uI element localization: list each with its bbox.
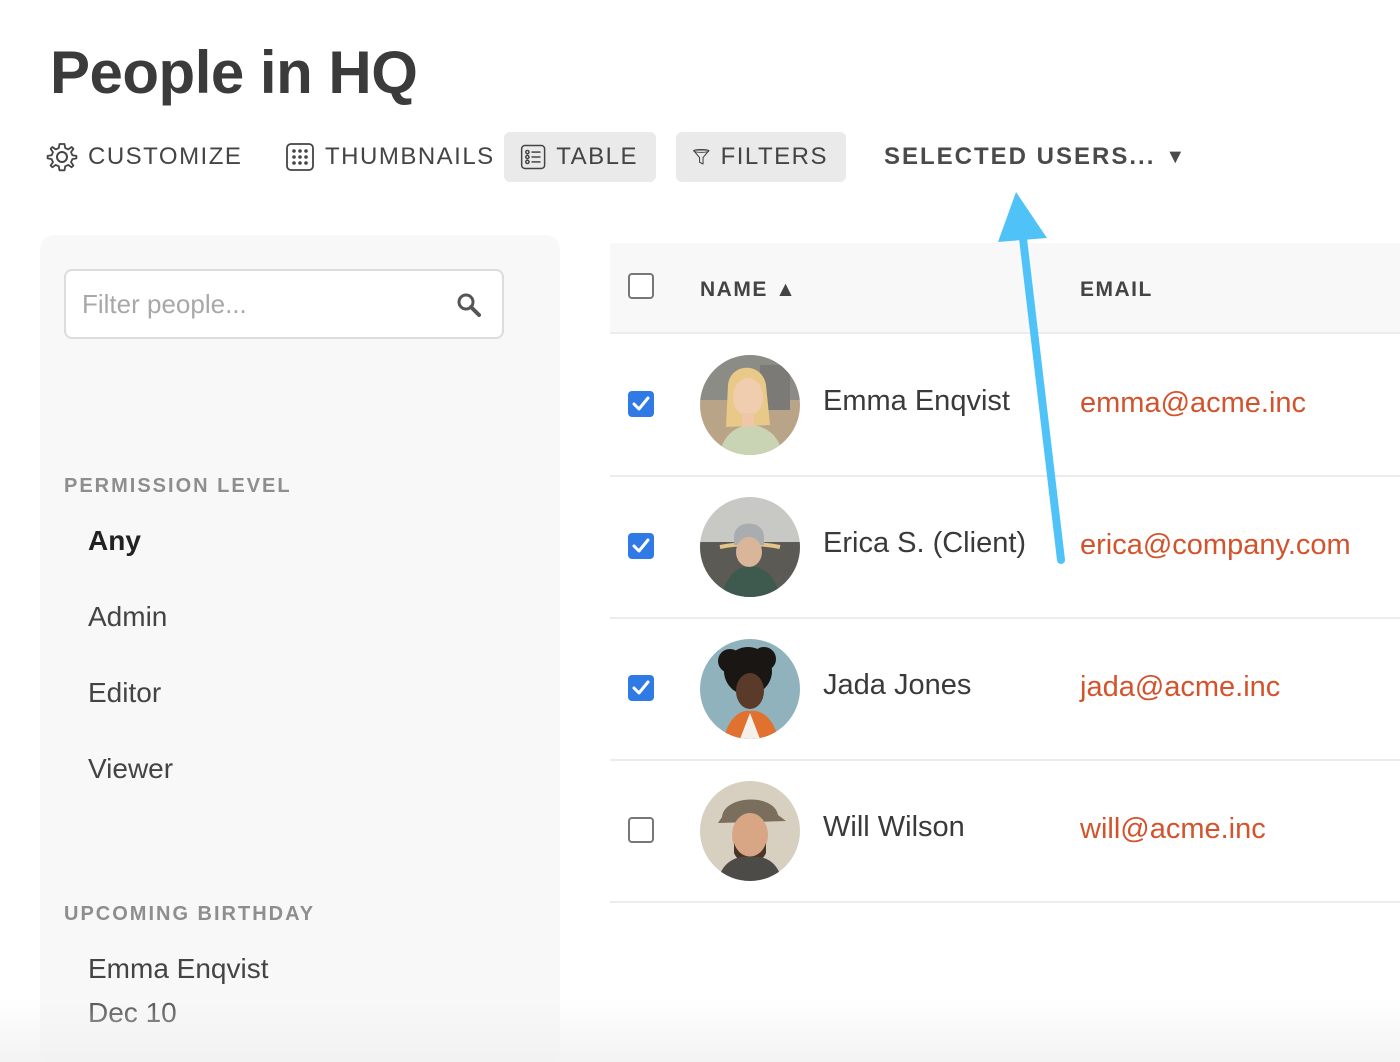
birthday-date: Dec 10 <box>88 997 177 1028</box>
person-name[interactable]: Will Wilson <box>823 811 965 844</box>
avatar <box>700 639 800 739</box>
table-row[interactable]: Will Wilson will@acme.inc <box>610 761 1400 903</box>
thumbnails-label: THUMBNAILS <box>325 143 495 170</box>
person-email[interactable]: erica@company.com <box>1080 529 1351 562</box>
search-box <box>64 269 504 339</box>
arrow-annotation <box>998 192 1065 564</box>
avatar <box>700 355 800 455</box>
grid-icon <box>286 143 314 171</box>
row-checkbox[interactable] <box>628 391 654 417</box>
gear-icon <box>46 143 78 172</box>
search-icon[interactable] <box>456 292 482 318</box>
person-name[interactable]: Emma Enqvist <box>823 385 1010 418</box>
table-label: TABLE <box>556 143 638 170</box>
search-input[interactable] <box>82 289 442 320</box>
upcoming-birthday-heading: UPCOMING BIRTHDAY <box>64 903 316 925</box>
check-icon <box>632 680 650 695</box>
toolbar: CUSTOMIZE THUMBNAILS TABLE FILTERS SELEC… <box>0 132 1400 184</box>
selected-users-label: SELECTED USERS... <box>884 143 1156 170</box>
row-checkbox[interactable] <box>628 533 654 559</box>
page-title: People in HQ <box>50 39 418 106</box>
birthday-person-name[interactable]: Emma Enqvist <box>88 953 269 985</box>
permission-level-heading: PERMISSION LEVEL <box>64 475 292 497</box>
sidebar: PERMISSION LEVEL Any Admin Editor Viewer… <box>40 235 560 1062</box>
person-email[interactable]: will@acme.inc <box>1080 813 1266 846</box>
table-row[interactable]: Jada Jones jada@acme.inc <box>610 619 1400 761</box>
row-checkbox[interactable] <box>628 675 654 701</box>
check-icon <box>632 538 650 553</box>
customize-label: CUSTOMIZE <box>88 143 243 170</box>
filters-label: FILTERS <box>720 143 828 170</box>
funnel-icon <box>693 148 710 165</box>
avatar <box>700 497 800 597</box>
caret-down-icon: ▼ <box>1165 145 1188 168</box>
person-email[interactable]: jada@acme.inc <box>1080 671 1280 704</box>
list-icon <box>520 144 546 170</box>
customize-button[interactable]: CUSTOMIZE <box>46 132 242 182</box>
select-all-checkbox[interactable] <box>628 273 654 299</box>
avatar <box>700 781 800 881</box>
person-email[interactable]: emma@acme.inc <box>1080 387 1306 420</box>
column-header-email[interactable]: EMAIL <box>1080 278 1153 302</box>
check-icon <box>632 396 650 411</box>
selected-users-dropdown[interactable]: SELECTED USERS... ▼ <box>884 132 1187 182</box>
filters-button[interactable]: FILTERS <box>676 132 846 182</box>
permission-option-any[interactable]: Any <box>88 525 141 557</box>
table-view-button[interactable]: TABLE <box>504 132 656 182</box>
person-name[interactable]: Jada Jones <box>823 669 971 702</box>
permission-option-editor[interactable]: Editor <box>88 677 161 709</box>
thumbnails-button[interactable]: THUMBNAILS <box>285 132 495 182</box>
permission-option-viewer[interactable]: Viewer <box>88 753 173 785</box>
row-checkbox[interactable] <box>628 817 654 843</box>
column-header-name[interactable]: NAME ▲ <box>700 278 797 302</box>
permission-option-admin[interactable]: Admin <box>88 601 167 633</box>
